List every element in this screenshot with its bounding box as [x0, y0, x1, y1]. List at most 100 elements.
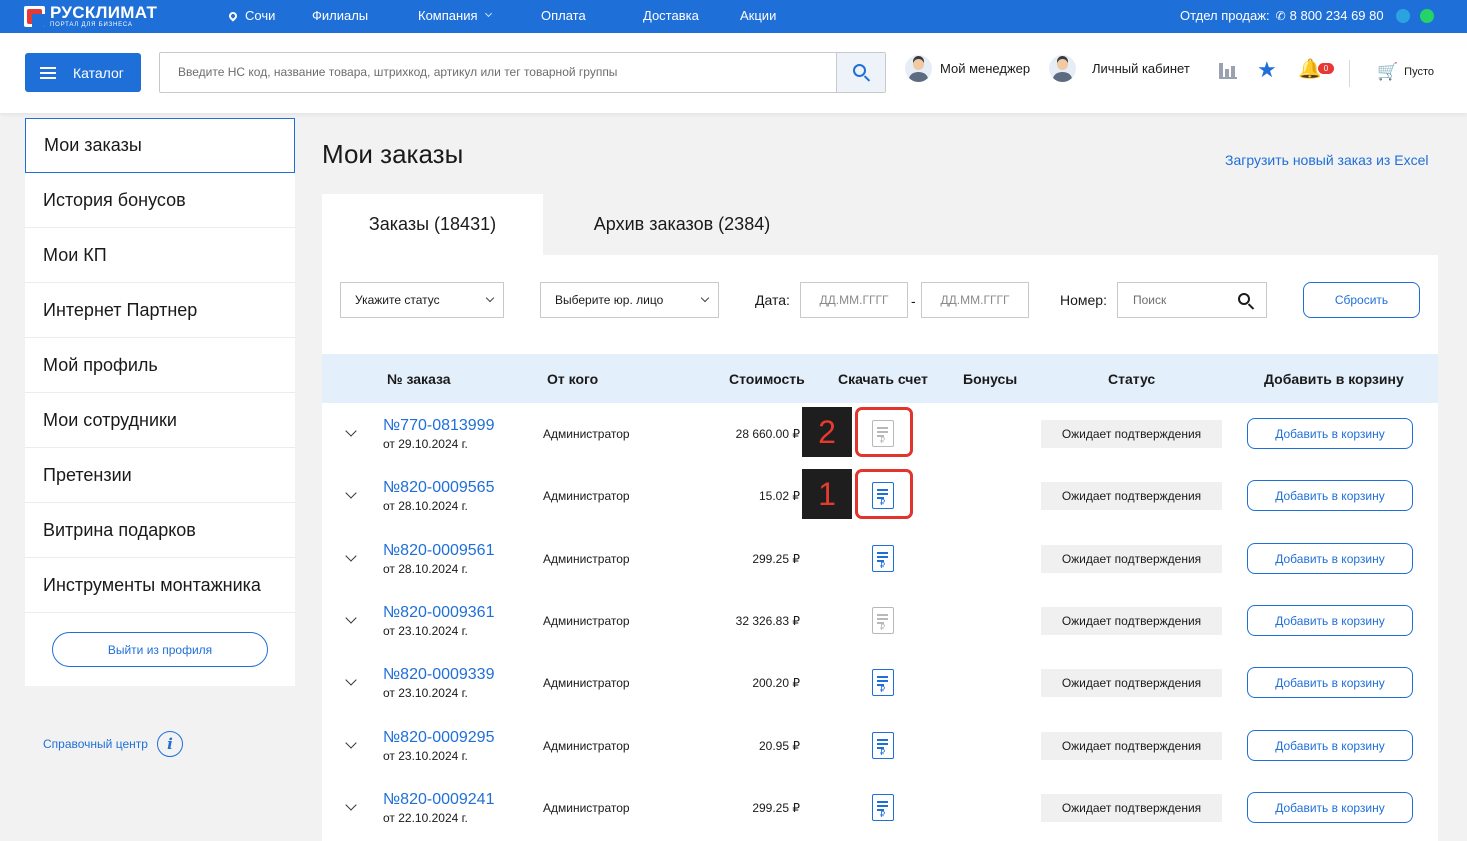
- nav-company[interactable]: Компания: [418, 8, 492, 23]
- expand-row-chevron-icon[interactable]: [345, 737, 357, 749]
- search-icon[interactable]: [1238, 293, 1250, 305]
- nav-company-label: Компания: [418, 8, 478, 23]
- table-row: №820-0009241 от 22.10.2024 г. Администрато…: [322, 777, 1438, 839]
- download-invoice-icon[interactable]: ₽: [872, 732, 894, 759]
- date-from-input[interactable]: ДД.ММ.ГГГГ: [800, 282, 908, 318]
- search-box: [159, 52, 886, 93]
- search-button[interactable]: [836, 53, 885, 92]
- add-to-cart-button[interactable]: Добавить в корзину: [1247, 418, 1413, 449]
- manager-label: Мой менеджер: [940, 61, 1031, 76]
- annotation-highlight-box: [855, 469, 913, 519]
- order-from: Администратор: [543, 552, 630, 566]
- col-order-number: № заказа: [387, 371, 451, 387]
- order-date: от 23.10.2024 г.: [383, 749, 468, 763]
- sidebar-item-gift-showcase[interactable]: Витрина подарков: [25, 503, 295, 558]
- add-to-cart-button[interactable]: Добавить в корзину: [1247, 667, 1413, 698]
- download-invoice-icon[interactable]: ₽: [872, 669, 894, 696]
- sidebar-item-my-profile[interactable]: Мой профиль: [25, 338, 295, 393]
- sidebar-item-installer-tools[interactable]: Инструменты монтажника: [25, 558, 295, 613]
- tab-orders[interactable]: Заказы (18431): [322, 194, 543, 255]
- legal-entity-select[interactable]: Выберите юр. лицо: [540, 282, 719, 318]
- reset-filters-button[interactable]: Сбросить: [1303, 282, 1420, 318]
- download-invoice-icon[interactable]: ₽: [872, 607, 894, 634]
- nav-promotions[interactable]: Акции: [740, 8, 776, 23]
- order-number-link[interactable]: №820-0009339: [383, 666, 494, 684]
- order-number-link[interactable]: №820-0009361: [383, 604, 494, 622]
- telegram-icon[interactable]: [1395, 8, 1410, 23]
- personal-cabinet-link[interactable]: Личный кабинет: [1049, 55, 1190, 82]
- add-to-cart-button[interactable]: Добавить в корзину: [1247, 543, 1413, 574]
- search-input[interactable]: [178, 65, 818, 79]
- date-label: Дата:: [755, 292, 790, 308]
- order-number-search-input[interactable]: Поиск: [1117, 282, 1267, 318]
- ruble-glyph: ₽: [880, 561, 886, 570]
- expand-row-chevron-icon[interactable]: [345, 674, 357, 686]
- order-number-link[interactable]: №820-0009295: [383, 729, 494, 747]
- col-add-to-cart: Добавить в корзину: [1264, 371, 1404, 387]
- ruble-glyph: ₽: [880, 623, 886, 632]
- order-cost: 15.02 ₽: [759, 489, 800, 503]
- menu-icon: [40, 66, 56, 79]
- whatsapp-icon[interactable]: [1419, 8, 1434, 23]
- upload-excel-link[interactable]: Загрузить новый заказ из Excel: [1225, 152, 1428, 168]
- catalog-button[interactable]: Каталог: [25, 53, 141, 92]
- sidebar-item-claims[interactable]: Претензии: [25, 448, 295, 503]
- order-from: Администратор: [543, 489, 630, 503]
- expand-row-chevron-icon[interactable]: [345, 425, 357, 437]
- user-avatar: [1049, 55, 1076, 82]
- nav-delivery[interactable]: Доставка: [643, 8, 699, 23]
- add-to-cart-button[interactable]: Добавить в корзину: [1247, 605, 1413, 636]
- sidebar-item-my-kp[interactable]: Мои КП: [25, 228, 295, 283]
- expand-row-chevron-icon[interactable]: [345, 612, 357, 624]
- date-to-input[interactable]: ДД.ММ.ГГГГ: [921, 282, 1029, 318]
- catalog-label: Каталог: [73, 64, 124, 81]
- col-cost: Стоимость: [729, 371, 805, 387]
- nav-payment[interactable]: Оплата: [541, 8, 586, 23]
- status-select-value: Укажите статус: [355, 293, 440, 307]
- favorites-button[interactable]: ★: [1257, 59, 1277, 82]
- order-number-link[interactable]: №820-0009565: [383, 479, 494, 497]
- expand-row-chevron-icon[interactable]: [345, 799, 357, 811]
- compare-chart-button[interactable]: [1219, 61, 1237, 79]
- download-invoice-icon[interactable]: ₽: [872, 794, 894, 821]
- col-status: Статус: [1108, 371, 1156, 387]
- order-number-link[interactable]: №820-0009241: [383, 791, 494, 809]
- tab-orders-archive[interactable]: Архив заказов (2384): [543, 194, 821, 255]
- header-divider: [1349, 60, 1350, 87]
- expand-row-chevron-icon[interactable]: [345, 487, 357, 499]
- help-center-link[interactable]: Справочный центр i: [43, 731, 183, 757]
- logo[interactable]: РУСКЛИМАТ ПОРТАЛ ДЛЯ БИЗНЕСА: [24, 4, 157, 28]
- sales-label: Отдел продаж:: [1180, 8, 1270, 23]
- logout-button[interactable]: Выйти из профиля: [52, 632, 268, 667]
- search-icon: [853, 64, 866, 77]
- order-cost: 299.25 ₽: [752, 552, 800, 566]
- sidebar-item-bonus-history[interactable]: История бонусов: [25, 173, 295, 228]
- sales-contact: Отдел продаж: ✆ 8 800 234 69 80: [1180, 8, 1434, 23]
- add-to-cart-button[interactable]: Добавить в корзину: [1247, 730, 1413, 761]
- city-selector[interactable]: Сочи: [227, 8, 276, 23]
- order-number-link[interactable]: №770-0813999: [383, 417, 494, 435]
- add-to-cart-button[interactable]: Добавить в корзину: [1247, 480, 1413, 511]
- sidebar-item-my-orders[interactable]: Мои заказы: [25, 118, 295, 173]
- nav-branches[interactable]: Филиалы: [312, 8, 368, 23]
- expand-row-chevron-icon[interactable]: [345, 550, 357, 562]
- order-from: Администратор: [543, 614, 630, 628]
- logo-icon: [24, 5, 45, 27]
- download-invoice-icon[interactable]: ₽: [872, 545, 894, 572]
- sidebar-item-internet-partner[interactable]: Интернет Партнер: [25, 283, 295, 338]
- order-number-link[interactable]: №820-0009561: [383, 542, 494, 560]
- sales-phone[interactable]: 8 800 234 69 80: [1290, 8, 1384, 23]
- add-to-cart-button[interactable]: Добавить в корзину: [1247, 792, 1413, 823]
- cart-button[interactable]: 🛒 Пусто: [1377, 62, 1434, 82]
- sidebar-item-my-employees[interactable]: Мои сотрудники: [25, 393, 295, 448]
- my-manager-link[interactable]: Мой менеджер: [905, 55, 1030, 82]
- tabs: Заказы (18431) Архив заказов (2384): [322, 194, 1438, 255]
- city-name: Сочи: [245, 8, 276, 23]
- info-icon: i: [156, 731, 183, 757]
- order-number-placeholder: Поиск: [1133, 293, 1167, 307]
- status-badge: Ожидает подтверждения: [1041, 669, 1222, 697]
- order-from: Администратор: [543, 676, 630, 690]
- logo-name: РУСКЛИМАТ: [50, 3, 158, 22]
- col-bonuses: Бонусы: [963, 371, 1018, 387]
- status-select[interactable]: Укажите статус: [340, 282, 504, 318]
